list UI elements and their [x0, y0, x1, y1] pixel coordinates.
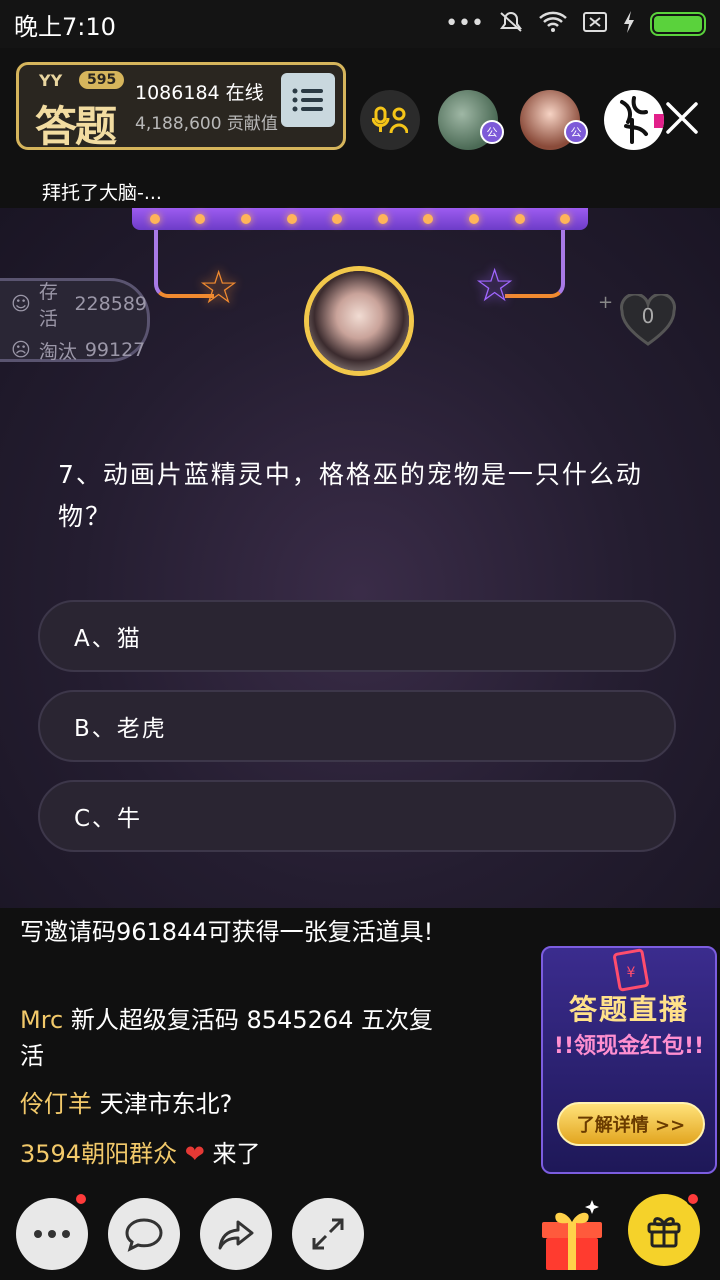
eliminated-label: 淘汰 [38, 340, 77, 363]
status-time: 晚上7:10 [14, 12, 116, 41]
mic-user-icon [372, 106, 408, 134]
mute-icon [498, 10, 524, 39]
answer-option-a[interactable]: A、猫 [38, 600, 676, 672]
chat-message: 写邀请码961844可获得一张复活道具! [20, 914, 440, 950]
chat-nick[interactable]: 3594朝阳群众 [20, 1140, 177, 1168]
status-icons: ••• [445, 10, 706, 39]
eliminated-stat: ☹ 淘汰 99127 [11, 337, 147, 364]
host-photo [309, 271, 409, 371]
list-button[interactable] [281, 73, 335, 127]
official-badge: 公 [480, 120, 504, 144]
share-button[interactable] [200, 1198, 272, 1270]
logo-brand: YY [39, 71, 63, 90]
promo-title: 答题直播 [568, 993, 689, 1026]
plus-icon: + [598, 292, 614, 313]
room-subtitle: 拜托了大脑-... [42, 182, 162, 204]
official-badge: 公 [564, 120, 588, 144]
answer-option-b[interactable]: B、老虎 [38, 690, 676, 762]
notification-dot [74, 1192, 88, 1206]
chat-text: 来了 [212, 1140, 261, 1168]
quiz-logo: YY 595 答题 [19, 65, 135, 151]
smile-icon: ☺ [11, 292, 31, 315]
fullscreen-button[interactable] [292, 1198, 364, 1270]
heart-icon: ❤ [184, 1140, 205, 1168]
chat-bubble-icon [125, 1218, 163, 1252]
contribution-value: 4,188,600 贡献值 [135, 114, 278, 134]
star-icon: ☆ [198, 260, 240, 314]
chat-text: 新人超级复活码 8545264 五次复活 [20, 1006, 434, 1070]
svg-text:¥: ¥ [627, 965, 636, 981]
survive-value: 228589 [74, 292, 147, 315]
chat-message: 伶仃羊 天津市东北? [20, 1086, 440, 1122]
notification-dot [686, 1192, 700, 1206]
more-button[interactable] [16, 1198, 88, 1270]
question-text: 7、动画片蓝精灵中，格格巫的宠物是一只什么动物？ [58, 460, 643, 531]
promo-subtitle: !!领现金红包!! [553, 1034, 705, 1059]
star-icon: ☆ [474, 258, 516, 312]
gift-icon [647, 1217, 681, 1248]
online-count: 1086184 在线 [135, 82, 264, 104]
room-stats: 1086184 在线 4,188,600 贡献值 [135, 78, 278, 134]
more-icon [34, 1230, 70, 1238]
chat-nick[interactable]: Mrc [20, 1006, 63, 1034]
room-info-card[interactable]: YY 595 答题 1086184 在线 4,188,600 贡献值 [16, 62, 346, 151]
logo-badge: 595 [79, 71, 125, 89]
no-sim-icon [582, 11, 608, 38]
charging-icon [622, 10, 636, 39]
app-root: 晚上7:10 ••• YY 595 答题 1086184 在线 4,188,60… [0, 0, 720, 1280]
mic-link-button[interactable] [360, 90, 420, 150]
eliminated-value: 99127 [84, 339, 146, 361]
chat-message: Mrc 新人超级复活码 8545264 五次复活 [20, 1002, 440, 1074]
survive-stat: ☺ 存活 228589 [11, 277, 147, 331]
like-count: 0 [641, 304, 655, 328]
chat-text: 天津市东北? [92, 1090, 233, 1118]
chat-message: 3594朝阳群众 ❤ 来了 [20, 1136, 440, 1172]
quiz-stage: ☆ ☆ ☺ 存活 228589 ☹ 淘汰 99127 + 0 7、动画片蓝精灵中… [0, 208, 720, 908]
close-button[interactable] [660, 96, 704, 140]
expand-icon [312, 1218, 344, 1250]
more-dots-icon: ••• [445, 11, 484, 36]
close-icon [666, 102, 698, 134]
red-envelope-icon: ¥ [613, 948, 649, 992]
promo-banner[interactable]: ¥ 答题直播 !!领现金红包!! 了解详情 >> [541, 946, 717, 1174]
logo-title: 答题 [35, 102, 117, 151]
learn-more-button[interactable]: 了解详情 >> [557, 1102, 705, 1146]
comment-button[interactable] [108, 1198, 180, 1270]
like-button[interactable]: 0 [618, 292, 678, 348]
gift-box-icon [542, 1200, 602, 1270]
host-avatar[interactable] [304, 266, 414, 376]
marquee-lights [132, 208, 588, 230]
sad-icon: ☹ [11, 339, 31, 361]
viewer-avatar-3[interactable] [604, 90, 664, 150]
survival-stats: ☺ 存活 228589 ☹ 淘汰 99127 [0, 277, 150, 364]
calligraphy-image [620, 96, 664, 144]
bottom-toolbar [0, 1180, 720, 1280]
list-icon [292, 88, 323, 112]
chat-text: 写邀请码961844可获得一张复活道具! [20, 918, 434, 946]
room-header: YY 595 答题 1086184 在线 4,188,600 贡献值 公 公 拜… [0, 48, 720, 208]
survive-label: 存活 [38, 280, 58, 330]
share-icon [218, 1220, 254, 1250]
battery-icon [650, 12, 706, 36]
gift-box-button[interactable] [536, 1194, 608, 1274]
wifi-icon [538, 10, 568, 39]
status-bar: 晚上7:10 ••• [0, 0, 720, 48]
answer-option-c[interactable]: C、牛 [38, 780, 676, 852]
chat-nick[interactable]: 伶仃羊 [20, 1090, 92, 1118]
